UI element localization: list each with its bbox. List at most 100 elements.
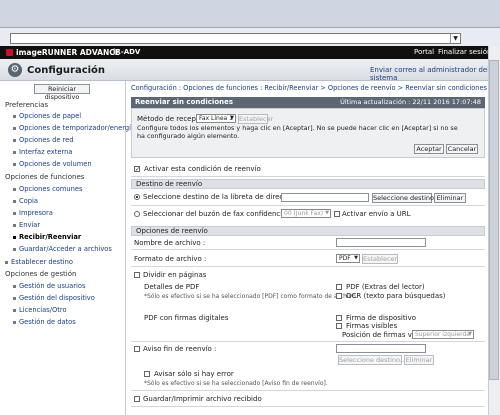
address-dropdown-icon[interactable]: ▼ <box>450 34 460 43</box>
portal-link[interactable]: Portal <box>414 48 434 56</box>
destination-input[interactable] <box>281 193 369 202</box>
mail-admin-link[interactable]: Enviar correo al administrador del siste… <box>370 66 500 82</box>
select-value: 00 (Junk Fax) <box>284 210 324 217</box>
sidebar-item-copy[interactable]: Copia <box>13 197 38 205</box>
sidebar-item-timer[interactable]: Opciones de temporizador/energía <box>13 124 135 132</box>
sidebar-item-receive-forward[interactable]: Recibir/Reenviar <box>13 233 81 241</box>
sidebar-item-label: Gestión del dispositivo <box>19 294 95 302</box>
sidebar-item-label: Gestión de usuarios <box>19 282 86 290</box>
divider <box>131 406 485 407</box>
notice-select-destination-button[interactable]: Seleccione destino... <box>338 355 406 365</box>
notify-error-checkbox[interactable] <box>144 371 150 377</box>
format-establish-button[interactable]: Establecer <box>362 254 398 264</box>
end-notice-label: Aviso fin de reenvío : <box>143 345 217 353</box>
sidebar-item-label: Opciones de temporizador/energía <box>19 124 136 132</box>
activate-condition-label: Activar esta condición de reenvío <box>144 165 261 173</box>
file-name-input[interactable] <box>336 238 426 247</box>
brand-name: imageRUNNER ADVANCE <box>16 48 120 57</box>
bullet-icon <box>13 247 16 251</box>
divider <box>131 390 485 391</box>
sidebar-item-paper[interactable]: Opciones de papel <box>13 112 81 120</box>
cancel-button[interactable]: Cancelar <box>446 144 478 154</box>
ocr-label: OCR (texto para búsquedas) <box>346 292 446 300</box>
bullet-icon <box>13 126 16 130</box>
select-destination-button[interactable]: Seleccione destino... <box>372 193 440 203</box>
instructions-text: Configure todos los elementos y haga cli… <box>137 124 458 140</box>
bullet-icon <box>13 235 16 239</box>
breadcrumb[interactable]: Configuración : Opciones de funciones : … <box>131 84 487 92</box>
sidebar-section-functions: Opciones de funciones <box>5 173 85 181</box>
bullet-icon <box>13 223 16 227</box>
inbox-select[interactable]: 00 (Junk Fax) ▼ <box>281 209 331 218</box>
select-value: Fax Línea 1 <box>199 115 233 122</box>
device-signature-checkbox[interactable] <box>336 315 342 321</box>
notice-delete-button[interactable]: Eliminar <box>404 355 434 365</box>
sidebar-item-interface[interactable]: Interfaz externa <box>13 148 72 156</box>
address-bar[interactable] <box>10 33 461 44</box>
sidebar-item-label: Interfaz externa <box>19 148 73 156</box>
visible-signature-checkbox[interactable] <box>336 323 342 329</box>
save-print-label: Guardar/Imprimir archivo recibido <box>143 395 262 403</box>
bullet-icon <box>5 260 8 264</box>
split-pages-checkbox[interactable] <box>134 272 140 278</box>
bullet-icon <box>13 114 16 118</box>
sidebar-item-volume[interactable]: Opciones de volumen <box>13 160 92 168</box>
page-title: Configuración <box>27 65 106 76</box>
address-book-radio[interactable] <box>134 194 140 200</box>
visible-signature-label: Firmas visibles <box>346 322 398 330</box>
activate-url-checkbox[interactable] <box>334 211 340 217</box>
accept-button[interactable]: Aceptar <box>414 144 444 154</box>
chevron-down-icon: ▼ <box>230 115 234 121</box>
chevron-down-icon: ▼ <box>354 255 358 261</box>
chevron-down-icon: ▼ <box>468 331 472 337</box>
reboot-device-button[interactable]: Reiniciar dispositivo <box>34 84 90 101</box>
pdf-details-label: Detalles de PDF <box>144 283 200 291</box>
pdf-extract-label: PDF (Extras del lector) <box>346 283 425 291</box>
bullet-icon <box>13 296 16 300</box>
sidebar-item-licenses[interactable]: Licencias/Otro <box>13 306 67 314</box>
top-header-bar: imageRUNNER ADVANCE iR-ADV Portal Finali… <box>0 46 500 59</box>
scrollbar-thumb[interactable] <box>489 60 499 380</box>
logout-link[interactable]: Finalizar sesión <box>438 48 491 56</box>
sidebar-item-network[interactable]: Opciones de red <box>13 136 74 144</box>
sidebar-item-printer[interactable]: Impresora <box>13 209 53 217</box>
sidebar-item-data[interactable]: Gestión de datos <box>13 318 76 326</box>
divider <box>131 249 485 250</box>
delete-destination-button[interactable]: Eliminar <box>434 193 466 203</box>
sidebar-item-establish-destination[interactable]: Establecer destino <box>5 258 73 266</box>
bullet-icon <box>13 187 16 191</box>
settings-gear-icon: ⚙ <box>8 63 22 77</box>
activate-condition-checkbox[interactable]: ✓ <box>134 166 140 173</box>
pdf-extract-checkbox[interactable] <box>336 284 342 290</box>
sidebar-item-users[interactable]: Gestión de usuarios <box>13 282 85 290</box>
end-notice-checkbox[interactable] <box>134 346 140 352</box>
ocr-checkbox[interactable] <box>336 293 342 299</box>
section-header: Reenviar sin condiciones Última actualiz… <box>131 97 485 108</box>
select-value: PDF <box>339 255 351 262</box>
sidebar-item-label: Copia <box>19 197 38 205</box>
chevron-down-icon: ▼ <box>325 210 329 216</box>
confidential-inbox-label: Seleccionar del buzón de fax confidencia… <box>143 210 289 218</box>
sidebar-item-label: Guardar/Acceder a archivos <box>19 245 112 253</box>
sidebar-item-store-access[interactable]: Guardar/Acceder a archivos <box>13 245 112 253</box>
sidebar-item-label: Gestión de datos <box>19 318 76 326</box>
reception-method-select[interactable]: Fax Línea 1 ▼ <box>196 114 236 123</box>
file-format-select[interactable]: PDF ▼ <box>336 254 360 263</box>
sidebar-item-common[interactable]: Opciones comunes <box>13 185 82 193</box>
save-print-checkbox[interactable] <box>134 396 140 402</box>
canon-logo-icon <box>6 49 13 56</box>
sidebar-item-label: Opciones comunes <box>19 185 83 193</box>
select-value: Superior izquierda <box>415 331 470 338</box>
destination-header: Destino de reenvío <box>131 179 485 189</box>
sidebar-item-send[interactable]: Enviar <box>13 221 40 229</box>
divider <box>131 205 485 206</box>
forward-options-header: Opciones de reenvío <box>131 226 485 236</box>
pdf-signatures-label: PDF con firmas digitales <box>144 314 229 322</box>
end-notice-input[interactable] <box>336 344 426 353</box>
signature-position-select[interactable]: Superior izquierda ▼ <box>412 330 474 339</box>
sidebar-item-label: Opciones de papel <box>19 112 82 120</box>
file-name-label: Nombre de archivo : <box>134 239 206 247</box>
confidential-inbox-radio[interactable] <box>134 211 140 217</box>
establish-button[interactable]: Establecer <box>238 114 273 124</box>
sidebar-item-device[interactable]: Gestión del dispositivo <box>13 294 95 302</box>
